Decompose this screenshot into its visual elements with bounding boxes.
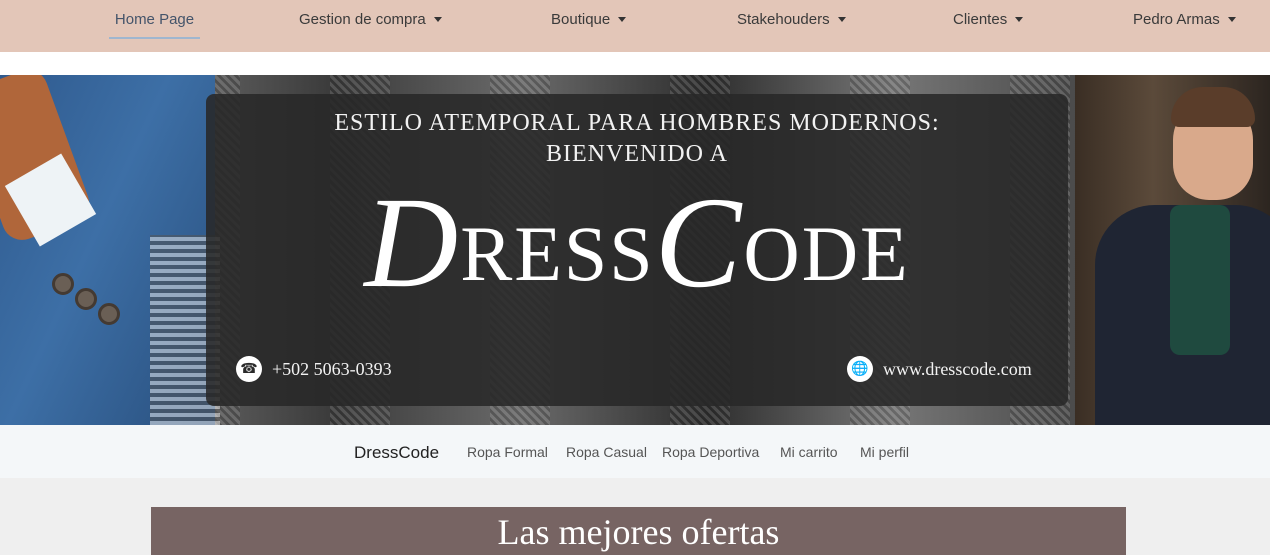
brand-logo-text: DRESSCODE [364, 171, 910, 315]
caret-down-icon [1015, 17, 1024, 22]
nav-label: Stakehouders [737, 11, 830, 28]
nav-label: Boutique [551, 11, 611, 28]
nav-label: Gestion de compra [299, 11, 426, 28]
phone-number: +502 5063-0393 [272, 358, 392, 379]
link-mi-carrito[interactable]: Mi carrito [780, 444, 838, 460]
tagline-line-2: BIENVENIDO A [546, 141, 728, 167]
model-photo [1075, 75, 1270, 425]
link-ropa-deportiva[interactable]: Ropa Deportiva [662, 444, 759, 460]
top-navbar: Home Page Gestion de compra Boutique Sta… [0, 0, 1270, 52]
nav-label: Clientes [953, 11, 1008, 28]
link-mi-perfil[interactable]: Mi perfil [860, 444, 909, 460]
phone-icon: ☎ [236, 356, 262, 382]
caret-down-icon [837, 17, 846, 22]
link-ropa-casual[interactable]: Ropa Casual [566, 444, 647, 460]
nav-gestion-de-compra-dropdown[interactable]: Gestion de compra [299, 11, 442, 28]
website-contact: 🌐 www.dresscode.com [847, 356, 1032, 382]
nav-user-dropdown[interactable]: Pedro Armas [1133, 11, 1236, 28]
caret-down-icon [433, 17, 442, 22]
caret-down-icon [1227, 17, 1236, 22]
suit-sleeve-photo [0, 75, 220, 425]
link-ropa-formal[interactable]: Ropa Formal [467, 444, 548, 460]
hero-banner: ESTILO ATEMPORAL PARA HOMBRES MODERNOS: … [0, 75, 1270, 425]
nav-label: Pedro Armas [1133, 11, 1220, 28]
tagline-line-1: ESTILO ATEMPORAL PARA HOMBRES MODERNOS: [334, 110, 940, 136]
website-url: www.dresscode.com [883, 358, 1032, 379]
store-navbar: DressCode Ropa Formal Ropa Casual Ropa D… [0, 425, 1270, 478]
offers-title: Las mejores ofertas [497, 512, 780, 552]
banner-tagline: ESTILO ATEMPORAL PARA HOMBRES MODERNOS: … [206, 108, 1068, 170]
nav-home-page[interactable]: Home Page [109, 11, 200, 39]
nav-stakehouders-dropdown[interactable]: Stakehouders [737, 11, 846, 28]
store-brand[interactable]: DressCode [354, 443, 439, 463]
nav-boutique-dropdown[interactable]: Boutique [551, 11, 627, 28]
offers-section-header: Las mejores ofertas [151, 507, 1126, 555]
caret-down-icon [618, 17, 627, 22]
nav-clientes-dropdown[interactable]: Clientes [953, 11, 1024, 28]
banner-text-panel: ESTILO ATEMPORAL PARA HOMBRES MODERNOS: … [206, 94, 1068, 406]
phone-contact: ☎ +502 5063-0393 [236, 356, 392, 382]
globe-icon: 🌐 [847, 356, 873, 382]
spacer [0, 52, 1270, 75]
